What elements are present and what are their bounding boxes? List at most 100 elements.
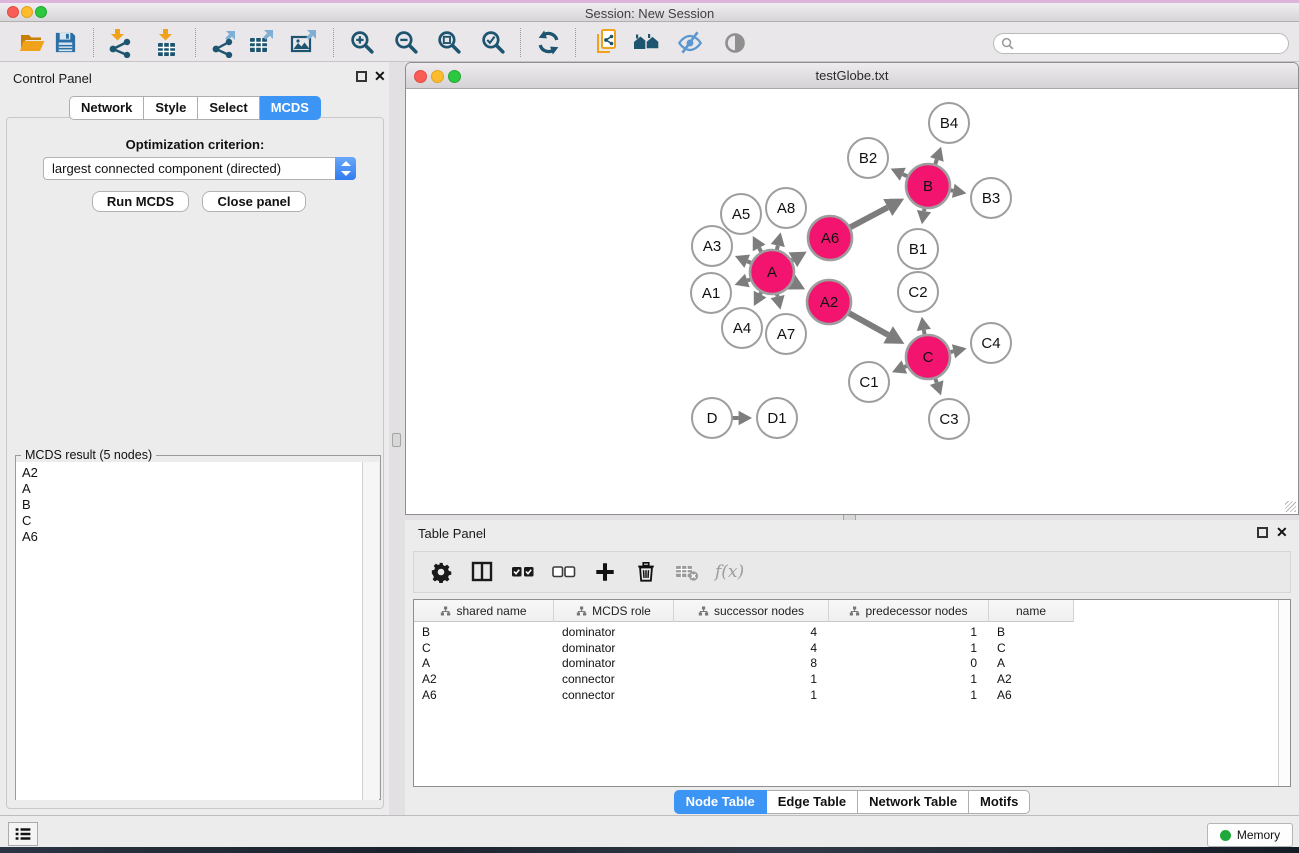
vertical-splitter[interactable]	[389, 62, 405, 815]
graph-node-label: C4	[981, 335, 1000, 352]
main-toolbar	[0, 23, 1299, 62]
refresh-view-button[interactable]	[529, 26, 567, 59]
resize-grip-icon[interactable]	[1285, 501, 1296, 512]
run-mcds-button[interactable]: Run MCDS	[92, 191, 189, 212]
table-cell: 4	[674, 641, 829, 655]
zoom-fit-button[interactable]	[430, 26, 468, 59]
float-panel-icon[interactable]	[1257, 527, 1268, 538]
tab-select[interactable]: Select	[198, 96, 259, 120]
task-history-button[interactable]	[8, 822, 38, 846]
column-header-predecessor-nodes[interactable]: predecessor nodes	[829, 600, 989, 622]
deselect-all-button[interactable]	[551, 559, 577, 585]
table-cell: 1	[829, 625, 989, 639]
table-cell: 1	[829, 641, 989, 655]
table-cell: A2	[414, 672, 554, 686]
delete-column-button[interactable]	[674, 559, 700, 585]
table-row[interactable]: Cdominator41C	[414, 640, 1290, 656]
table-panel-title: Table Panel	[418, 526, 486, 541]
delete-row-button[interactable]	[633, 559, 659, 585]
graph-node-label: C2	[908, 284, 927, 301]
table-cell: A	[989, 656, 1074, 670]
export-network-button[interactable]	[204, 26, 242, 59]
table-cell: B	[989, 625, 1074, 639]
function-builder-button[interactable]: f(x)	[715, 559, 744, 585]
first-neighbors-button[interactable]	[628, 26, 666, 59]
mcds-result-scrollbar[interactable]	[362, 462, 379, 800]
column-header-name[interactable]: name	[989, 600, 1074, 622]
float-panel-icon[interactable]	[356, 71, 367, 82]
search-input[interactable]	[1014, 35, 1288, 52]
column-header-successor-nodes[interactable]: successor nodes	[674, 600, 829, 622]
show-column-button[interactable]	[469, 559, 495, 585]
mcds-result-item[interactable]: A	[16, 481, 363, 497]
trash-icon	[635, 561, 657, 583]
mcds-result-item[interactable]: C	[16, 513, 363, 529]
table-scrollbar[interactable]	[1278, 600, 1290, 786]
network-view-window: testGlobe.txt AA1A2A3A4A5A6A7A8BB1B2B3B4…	[405, 62, 1299, 515]
table-row[interactable]: Bdominator41B	[414, 624, 1290, 640]
memory-button[interactable]: Memory	[1207, 823, 1293, 847]
tab-motifs[interactable]: Motifs	[969, 790, 1030, 814]
mcds-result-item[interactable]: A6	[16, 529, 363, 545]
close-panel-icon[interactable]: ✕	[1276, 524, 1288, 541]
refresh-icon	[535, 29, 562, 56]
network-snapshot-button[interactable]	[588, 26, 626, 59]
zoom-in-button[interactable]	[343, 26, 381, 59]
save-session-button[interactable]	[46, 26, 84, 59]
table-cell: A2	[989, 672, 1074, 686]
toolbar-separator	[575, 28, 576, 57]
column-header-shared-name[interactable]: shared name	[414, 600, 554, 622]
close-panel-icon[interactable]: ✕	[374, 68, 386, 85]
zoom-selected-button[interactable]	[474, 26, 512, 59]
add-row-button[interactable]	[592, 559, 618, 585]
graph-edge-arrowhead-icon	[771, 295, 785, 310]
mcds-result-list[interactable]: A2ABCA6	[16, 462, 363, 800]
select-all-button[interactable]	[510, 559, 536, 585]
dropdown-stepper-icon[interactable]	[335, 157, 356, 180]
graph-node-label: D	[707, 410, 718, 427]
memory-status-icon	[1220, 830, 1231, 841]
table-tabs: Node TableEdge TableNetwork TableMotifs	[405, 790, 1299, 814]
tab-network-table[interactable]: Network Table	[858, 790, 969, 814]
export-table-button[interactable]	[242, 26, 280, 59]
table-row[interactable]: A6connector11A6	[414, 687, 1290, 703]
memory-label: Memory	[1237, 828, 1280, 842]
tab-edge-table[interactable]: Edge Table	[767, 790, 858, 814]
table-row[interactable]: Adominator80A	[414, 655, 1290, 671]
graph-edge-arrowhead-icon	[917, 210, 931, 224]
birds-eye-view-button[interactable]	[716, 26, 754, 59]
window-title: Session: New Session	[0, 6, 1299, 21]
column-header-label: predecessor nodes	[865, 604, 967, 618]
export-image-button[interactable]	[285, 26, 323, 59]
table-settings-button[interactable]	[428, 559, 454, 585]
mcds-result-item[interactable]: A2	[16, 465, 363, 481]
tab-mcds[interactable]: MCDS	[260, 96, 321, 120]
criterion-dropdown[interactable]: largest connected component (directed)	[43, 157, 356, 180]
houses-icon	[632, 29, 663, 56]
zoom-out-button[interactable]	[387, 26, 425, 59]
export-table-icon	[246, 28, 276, 58]
table-cell: 1	[674, 688, 829, 702]
optimization-criterion-label: Optimization criterion:	[0, 137, 390, 152]
splitter-grip[interactable]	[392, 433, 401, 447]
table-cell: dominator	[554, 641, 674, 655]
column-header-MCDS-role[interactable]: MCDS role	[554, 600, 674, 622]
tab-style[interactable]: Style	[144, 96, 198, 120]
show-hide-graphics-button[interactable]	[671, 26, 709, 59]
import-table-button[interactable]	[147, 26, 185, 59]
graph-node-label: A7	[777, 326, 795, 343]
network-graph-canvas[interactable]: AA1A2A3A4A5A6A7A8BB1B2B3B4CC1C2C3C4DD1	[406, 89, 1298, 515]
close-panel-button[interactable]: Close panel	[202, 191, 306, 212]
graph-node-label: A8	[777, 200, 795, 217]
import-network-button[interactable]	[100, 26, 138, 59]
tab-node-table[interactable]: Node Table	[674, 790, 767, 814]
table-row[interactable]: A2connector11A2	[414, 671, 1290, 687]
network-window-title-bar[interactable]: testGlobe.txt	[406, 63, 1298, 89]
graph-node-label: D1	[767, 410, 786, 427]
search-field[interactable]	[993, 33, 1289, 54]
graph-node-label: A2	[820, 294, 838, 311]
tab-network[interactable]: Network	[69, 96, 144, 120]
mcds-result-item[interactable]: B	[16, 497, 363, 513]
eye-sphere-icon	[722, 30, 748, 56]
table-cell: C	[414, 641, 554, 655]
